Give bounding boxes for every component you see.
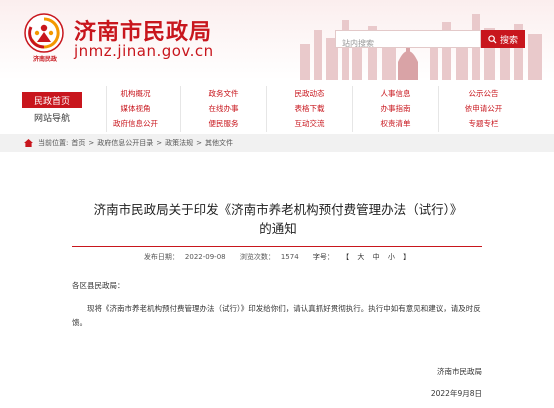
view-count: 浏览次数： 1574 — [237, 253, 302, 261]
breadcrumb-separator: > — [196, 139, 202, 147]
font-size-label: 字号： — [312, 253, 334, 261]
nav-link-power-list[interactable]: 权责清单 — [381, 118, 411, 130]
nav-column-1: 机构概况 媒体视角 政府信息公开 — [106, 86, 164, 132]
nav-link-request-disclosure[interactable]: 依申请公开 — [465, 103, 503, 115]
font-size-small[interactable]: 小 — [388, 253, 395, 261]
article-body: 现将《济南市养老机构预付费管理办法（试行）》印发给你们，请认真抓好贯彻执行。执行… — [72, 304, 481, 327]
nav-site-guide[interactable]: 网站导航 — [22, 110, 82, 124]
nav-link-civil-news[interactable]: 民政动态 — [295, 88, 325, 100]
title-divider — [72, 246, 482, 247]
view-count-label: 浏览次数： — [239, 253, 275, 261]
breadcrumb-gov-info[interactable]: 政府信息公开目录 — [97, 138, 153, 148]
search-icon — [488, 34, 497, 44]
font-size-medium[interactable]: 中 — [373, 253, 380, 261]
bracket-close: 】 — [403, 253, 411, 261]
home-icon — [24, 139, 33, 147]
breadcrumb-policy[interactable]: 政策法规 — [165, 138, 193, 148]
publish-date-label: 发布日期： — [143, 253, 179, 261]
nav-home[interactable]: 民政首页 — [22, 92, 82, 108]
font-size-control: 字号： 【 大 中 小 】 — [310, 253, 413, 261]
logo-emblem-icon — [24, 13, 64, 53]
nav-link-special-topics[interactable]: 专题专栏 — [469, 118, 499, 130]
article-title: 济南市民政局关于印发《济南市养老机构预付费管理办法（试行）》 的通知 — [60, 200, 496, 238]
nav-link-announcements[interactable]: 公示公告 — [469, 88, 499, 100]
logo-caption: 济南民政 — [32, 56, 57, 63]
article-meta: 发布日期： 2022-09-08 浏览次数： 1574 字号： 【 大 中 小 】 — [72, 252, 482, 262]
nav-link-service-guide[interactable]: 办事指南 — [381, 103, 411, 115]
search-input[interactable] — [336, 35, 480, 52]
nav-column-4: 人事信息 办事指南 权责清单 — [352, 86, 438, 132]
article-signature: 济南市民政局 — [437, 367, 482, 376]
breadcrumb-separator: > — [156, 139, 163, 147]
publish-date-value: 2022-09-08 — [184, 253, 226, 261]
bracket-open: 【 — [342, 253, 350, 261]
nav-link-gov-info-disclosure[interactable]: 政府信息公开 — [113, 118, 158, 130]
nav-column-2: 政务文件 在线办事 便民服务 — [180, 86, 266, 132]
search-button[interactable]: 搜索 — [481, 30, 525, 48]
nav-link-interaction[interactable]: 互动交流 — [295, 118, 325, 130]
article-recipient: 各区县民政局： — [72, 281, 125, 290]
nav-link-org-overview[interactable]: 机构概况 — [121, 88, 151, 100]
breadcrumb-label: 当前位置: — [38, 139, 69, 147]
article-title-line-2: 的通知 — [259, 221, 297, 236]
nav-column-5: 公示公告 依申请公开 专题专栏 — [438, 86, 528, 132]
breadcrumb-home[interactable]: 首页 — [71, 138, 85, 148]
article-sign-date: 2022年9月8日 — [430, 389, 482, 398]
main-nav: 民政首页 网站导航 机构概况 媒体视角 政府信息公开 政务文件 在线办事 便民服… — [0, 82, 554, 132]
breadcrumb-other-docs[interactable]: 其他文件 — [205, 138, 233, 148]
view-count-value: 1574 — [280, 253, 299, 261]
nav-link-online-services[interactable]: 在线办事 — [209, 103, 239, 115]
nav-link-public-services[interactable]: 便民服务 — [209, 118, 239, 130]
search-box — [335, 30, 481, 52]
font-size-large[interactable]: 大 — [357, 253, 364, 261]
site-domain: jnmz.jinan.gov.cn — [74, 42, 214, 60]
breadcrumb: 当前位置: 首页 > 政府信息公开目录 > 政策法规 > 其他文件 — [0, 134, 554, 152]
nav-link-gov-documents[interactable]: 政务文件 — [209, 88, 239, 100]
breadcrumb-separator: > — [88, 139, 95, 147]
search-button-label: 搜索 — [499, 34, 518, 45]
nav-column-3: 民政动态 表格下载 互动交流 — [266, 86, 352, 132]
site-header: 济南民政 济南市民政局 jnmz.jinan.gov.cn 搜索 — [0, 0, 554, 80]
nav-link-media-view[interactable]: 媒体视角 — [121, 103, 151, 115]
article-title-line-1: 济南市民政局关于印发《济南市养老机构预付费管理办法（试行）》 — [93, 202, 463, 217]
nav-link-form-download[interactable]: 表格下载 — [295, 103, 325, 115]
publish-date: 发布日期： 2022-09-08 — [141, 253, 229, 261]
nav-link-personnel-info[interactable]: 人事信息 — [381, 88, 411, 100]
